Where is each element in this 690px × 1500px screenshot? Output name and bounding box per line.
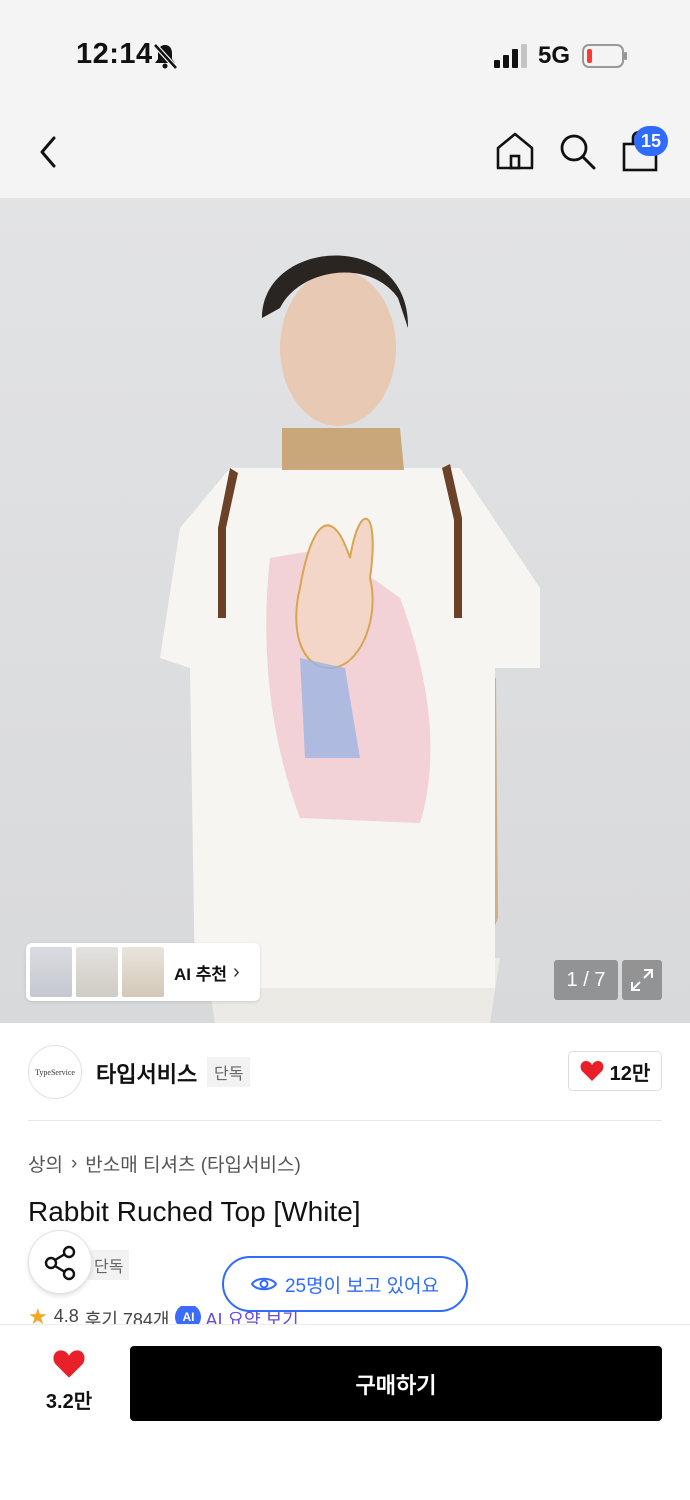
expand-icon	[631, 969, 653, 991]
status-time: 12:14	[76, 38, 153, 70]
battery-icon	[582, 44, 627, 68]
back-icon[interactable]	[30, 132, 70, 172]
brand-exclusive-tag: 단독	[207, 1057, 251, 1087]
eye-icon	[250, 1277, 277, 1291]
chevron-right-icon: ›	[233, 960, 240, 983]
brand-name[interactable]: 타입서비스	[96, 1057, 197, 1089]
share-icon	[44, 1245, 76, 1281]
heart-icon	[53, 1350, 85, 1378]
top-nav	[0, 110, 690, 198]
search-icon[interactable]	[556, 130, 598, 172]
divider	[28, 1120, 662, 1121]
bottom-bar: 3.2만 구매하기	[0, 1324, 690, 1500]
brand-logo[interactable]: TypeService	[28, 1045, 82, 1099]
ai-recommend-card[interactable]: AI 추천 ›	[26, 943, 260, 1001]
buy-button[interactable]: 구매하기	[130, 1346, 662, 1421]
heart-icon	[580, 1061, 604, 1081]
thumb-2[interactable]	[76, 947, 118, 997]
breadcrumb: 상의 › 반소매 티셔츠 (타입서비스)	[28, 1150, 301, 1177]
signal-icon	[494, 44, 527, 68]
home-icon[interactable]	[494, 130, 536, 172]
chevron-right-icon: ›	[70, 1152, 78, 1174]
image-counter: 1 / 7	[554, 960, 618, 1000]
brand-like-button[interactable]: 12만	[568, 1051, 662, 1091]
expand-button[interactable]	[622, 960, 662, 1000]
viewing-now-pill: 25명이 보고 있어요	[222, 1256, 468, 1312]
exclusive-tag: 단독	[88, 1250, 130, 1280]
cart-badge[interactable]: 15	[634, 126, 668, 156]
thumb-1[interactable]	[30, 947, 72, 997]
breadcrumb-category[interactable]: 상의	[28, 1150, 63, 1177]
breadcrumb-subcategory[interactable]: 반소매 티셔츠 (타입서비스)	[85, 1150, 301, 1177]
product-title: Rabbit Ruched Top [White]	[28, 1196, 361, 1227]
wish-button[interactable]: 3.2만	[34, 1349, 104, 1419]
product-image[interactable]	[0, 198, 690, 1023]
model-photo	[160, 255, 540, 1023]
brand-row[interactable]: TypeService 타입서비스 단독 12만	[0, 1023, 690, 1121]
wish-count: 3.2만	[45, 1391, 93, 1413]
ai-recommend-label: AI 추천	[174, 964, 228, 984]
thumb-3[interactable]	[122, 947, 164, 997]
status-bar: 12:14 5G	[0, 0, 690, 110]
network-label: 5G	[538, 42, 571, 69]
brand-like-count: 12만	[609, 1062, 651, 1085]
viewing-now-text: 25명이 보고 있어요	[284, 1275, 440, 1297]
share-button[interactable]	[28, 1230, 92, 1294]
bell-off-icon	[153, 43, 178, 70]
